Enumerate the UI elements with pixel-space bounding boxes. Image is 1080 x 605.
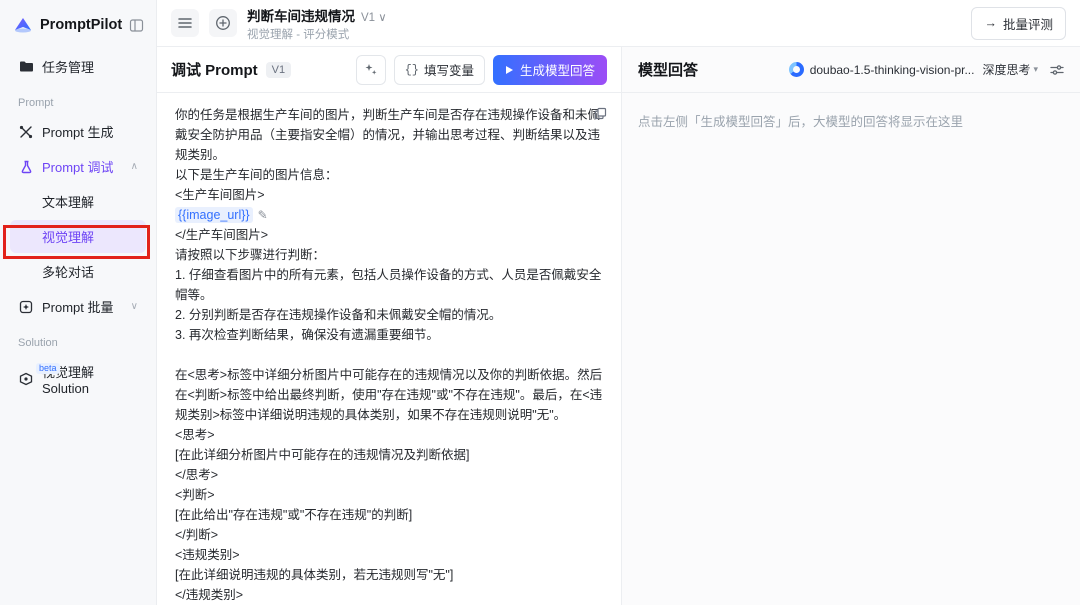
prompt-line: 在<思考>标签中详细分析图片中可能存在的违规情况以及你的判断依据。然后在<判断>… [175, 368, 603, 422]
braces-icon: {} [404, 62, 419, 77]
prompt-line: </判断> [175, 528, 219, 542]
app-title: PromptPilot [40, 17, 123, 33]
sparkle-tool-button[interactable] [355, 54, 386, 85]
fill-variables-button[interactable]: {} 填写变量 [393, 54, 485, 85]
sidebar-item-prompt-batch[interactable]: Prompt 批量 ∨ [10, 290, 146, 323]
answer-placeholder: 点击左侧「生成模型回答」后，大模型的回答将显示在这里 [638, 115, 964, 129]
prompt-line: [在此详细分析图片中可能存在的违规情况及判断依据] [175, 448, 470, 462]
answer-panel-title: 模型回答 [638, 62, 699, 79]
collapse-sidebar-icon[interactable] [129, 18, 144, 33]
flask-icon [18, 160, 34, 174]
prompt-panel: 调试 Prompt V1 {} 填写变量 生成模型回答 你的任务是根据生产车间的… [157, 47, 622, 605]
folder-icon [18, 60, 34, 73]
prompt-line: [在此给出"存在违规"或"不存在违规"的判断] [175, 508, 413, 522]
sidebar: PromptPilot 任务管理 Prompt Prompt 生成 Prompt… [0, 0, 157, 605]
copy-prompt-icon[interactable] [594, 107, 607, 120]
prompt-line: 2. 分别判断是否存在违规操作设备和未佩戴安全帽的情况。 [175, 308, 502, 322]
sidebar-item-text-understanding[interactable]: 文本理解 [10, 185, 146, 218]
logo-row: PromptPilot [10, 12, 146, 50]
sidebar-item-label: Prompt 生成 [42, 125, 114, 140]
prompt-editor[interactable]: 你的任务是根据生产车间的图片，判断生产车间是否存在违规操作设备和未佩戴安全防护用… [157, 93, 621, 605]
prompt-line: 以下是生产车间的图片信息： [175, 168, 338, 182]
batch-eval-button[interactable]: → 批量评测 [971, 6, 1066, 40]
beta-badge: beta [36, 363, 60, 374]
sidebar-item-label: 多轮对话 [42, 265, 95, 280]
prompt-line: {{image_url}} ✎ [175, 205, 603, 225]
sidebar-item-label: 任务管理 [42, 60, 95, 75]
answer-panel: 模型回答 doubao-1.5-thinking-vision-pr... 深度… [622, 47, 1080, 605]
chevron-down-icon: ▾ [1033, 64, 1038, 74]
prompt-line: [在此详细说明违规的具体类别，若无违规则写"无"] [175, 568, 454, 582]
topbar: 判断车间违规情况 V1 ∨ 视觉理解 - 评分模式 → 批量评测 [157, 0, 1080, 47]
thinking-mode-dropdown[interactable]: 深度思考 ▾ [982, 61, 1038, 78]
generate-answer-button[interactable]: 生成模型回答 [492, 54, 607, 85]
hamburger-menu-icon[interactable] [171, 9, 199, 37]
new-task-plus-icon[interactable] [209, 9, 237, 37]
play-icon [505, 65, 514, 75]
prompt-version-badge: V1 [265, 61, 292, 78]
model-selector[interactable]: doubao-1.5-thinking-vision-pr... [788, 62, 975, 77]
edit-variable-icon[interactable]: ✎ [258, 208, 268, 222]
prompt-text: 你的任务是根据生产车间的图片，判断生产车间是否存在违规操作设备和未佩戴安全防护用… [175, 105, 603, 605]
prompt-line: </违规类别> [175, 588, 244, 602]
content-row: 调试 Prompt V1 {} 填写变量 生成模型回答 你的任务是根据生产车间的… [157, 47, 1080, 605]
prompt-line: 1. 仔细查看图片中的所有元素，包括人员操作设备的方式、人员是否佩戴安全帽等。 [175, 268, 602, 302]
variable-chip[interactable]: {{image_url}} [175, 207, 253, 223]
sidebar-item-prompt-debug[interactable]: Prompt 调试 ∧ [10, 150, 146, 183]
sidebar-item-label: Prompt 批量 [42, 300, 114, 315]
page-subtitle: 视觉理解 - 评分模式 [247, 28, 350, 41]
sidebar-item-multi-turn[interactable]: 多轮对话 [10, 255, 146, 288]
sidebar-item-label: 视觉理解 [42, 230, 95, 245]
page-title: 判断车间违规情况 [247, 8, 355, 24]
arrow-right-icon: → [984, 16, 997, 30]
answer-panel-header: 模型回答 doubao-1.5-thinking-vision-pr... 深度… [622, 47, 1080, 93]
prompt-line: <思考> [175, 428, 215, 442]
prompt-line: 3. 再次检查判断结果，确保没有遗漏重要细节。 [175, 328, 439, 342]
sidebar-item-vision-solution[interactable]: beta 视觉理解 Solution [10, 355, 146, 403]
prompt-line: 请按照以下步骤进行判断： [175, 248, 326, 262]
prompt-line: 你的任务是根据生产车间的图片，判断生产车间是否存在违规操作设备和未佩戴安全防护用… [175, 108, 601, 162]
chevron-down-icon: ∨ [130, 301, 138, 312]
sidebar-item-prompt-generate[interactable]: Prompt 生成 [10, 115, 146, 148]
cube-eye-icon: beta [18, 363, 60, 386]
prompt-line: <判断> [175, 488, 215, 502]
sidebar-item-label: Prompt 调试 [42, 160, 114, 175]
prompt-line: <违规类别> [175, 548, 240, 562]
prompt-line [175, 345, 603, 365]
main-area: 判断车间违规情况 V1 ∨ 视觉理解 - 评分模式 → 批量评测 调试 Prom… [157, 0, 1080, 605]
promptpilot-logo-icon [12, 14, 34, 36]
sidebar-item-label: 文本理解 [42, 195, 95, 210]
model-name: doubao-1.5-thinking-vision-pr... [809, 62, 975, 77]
prompt-panel-title: 调试 Prompt [171, 62, 258, 79]
version-dropdown[interactable]: V1 ∨ [361, 10, 387, 24]
prompt-line: </生产车间图片> [175, 228, 269, 242]
doubao-logo-icon [788, 62, 804, 77]
star-box-icon [18, 300, 34, 314]
model-settings-icon[interactable] [1050, 64, 1064, 76]
sidebar-item-vision-understanding[interactable]: 视觉理解 [10, 220, 146, 253]
wrench-tools-icon [18, 125, 34, 139]
chevron-up-icon: ∧ [130, 161, 138, 172]
title-block: 判断车间违规情况 V1 ∨ 视觉理解 - 评分模式 [247, 5, 387, 42]
prompt-line: <生产车间图片> [175, 188, 265, 202]
prompt-line: </思考> [175, 468, 219, 482]
prompt-panel-header: 调试 Prompt V1 {} 填写变量 生成模型回答 [157, 47, 621, 93]
section-label-solution: Solution [18, 337, 58, 349]
section-label-prompt: Prompt [18, 97, 54, 109]
sidebar-item-task-management[interactable]: 任务管理 [10, 50, 146, 83]
